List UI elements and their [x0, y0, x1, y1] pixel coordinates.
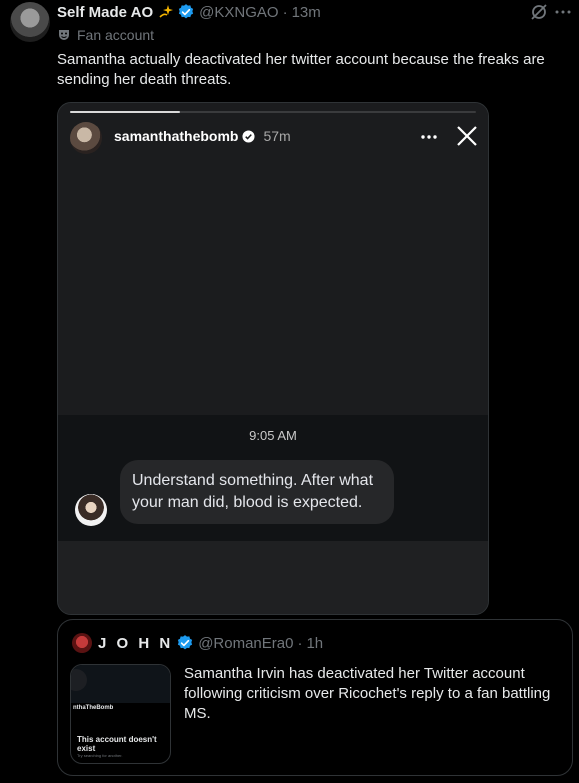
verified-badge-icon [178, 635, 193, 650]
verified-badge-icon [179, 4, 194, 19]
message-bubble: Understand something. After what your ma… [120, 460, 394, 524]
sparkle-star-icon [159, 5, 174, 18]
story-progress-fill [70, 111, 180, 113]
quoted-author-name: J O H N [98, 634, 174, 652]
grok-icon[interactable] [529, 2, 549, 22]
story-more-icon [421, 135, 437, 139]
more-options-icon[interactable] [555, 4, 571, 20]
quoted-media-thumbnail: nthaTheBomb This account doesn't exist T… [70, 664, 171, 764]
post-header: Self Made AO @KXNGAO · 13m [57, 3, 321, 21]
story-user-line: samanthathebomb 57m [114, 128, 291, 144]
quoted-post-text: Samantha Irvin has deactivated her Twitt… [184, 665, 551, 722]
story-chat: 9:05 AM Understand something. After what… [58, 415, 488, 541]
message-avatar [75, 494, 107, 526]
quoted-author-avatar [72, 633, 92, 653]
fan-account-text: Fan account [77, 27, 155, 43]
quoted-post-time: 1h [306, 634, 324, 652]
author-handle[interactable]: @KXNGAO [199, 4, 278, 21]
thumb-account-name: nthaTheBomb [73, 705, 114, 711]
quoted-post[interactable]: J O H N @RomanEra0 · 1h nthaTheBomb This… [57, 619, 573, 776]
story-close-icon [457, 126, 477, 146]
post-media[interactable]: samanthathebomb 57m 9:05 AM Understand s… [57, 102, 489, 615]
story-progress-bar [70, 111, 476, 113]
separator-dot: · [297, 634, 303, 652]
story-verified-icon [242, 129, 256, 143]
theater-mask-icon [59, 30, 69, 40]
post-time[interactable]: 13m [292, 4, 321, 21]
story-screen: samanthathebomb 57m [58, 103, 488, 415]
story-avatar [70, 122, 102, 154]
story-bottom-area [58, 541, 488, 614]
author-name[interactable]: Self Made AO [57, 4, 153, 21]
separator-dot: · [282, 3, 288, 21]
author-avatar[interactable] [10, 2, 50, 42]
fan-account-label: Fan account [57, 27, 154, 43]
quoted-author-handle: @RomanEra0 [198, 634, 294, 652]
thumb-subtext: Try searching for another. [77, 753, 123, 758]
message-time: 9:05 AM [249, 428, 297, 443]
post-text: Samantha actually deactivated her twitte… [57, 51, 545, 88]
quoted-post-header: J O H N @RomanEra0 · 1h [72, 633, 323, 653]
story-time: 57m [263, 128, 291, 144]
story-username: samanthathebomb [114, 128, 239, 144]
thumb-message: This account doesn't exist [77, 735, 157, 753]
